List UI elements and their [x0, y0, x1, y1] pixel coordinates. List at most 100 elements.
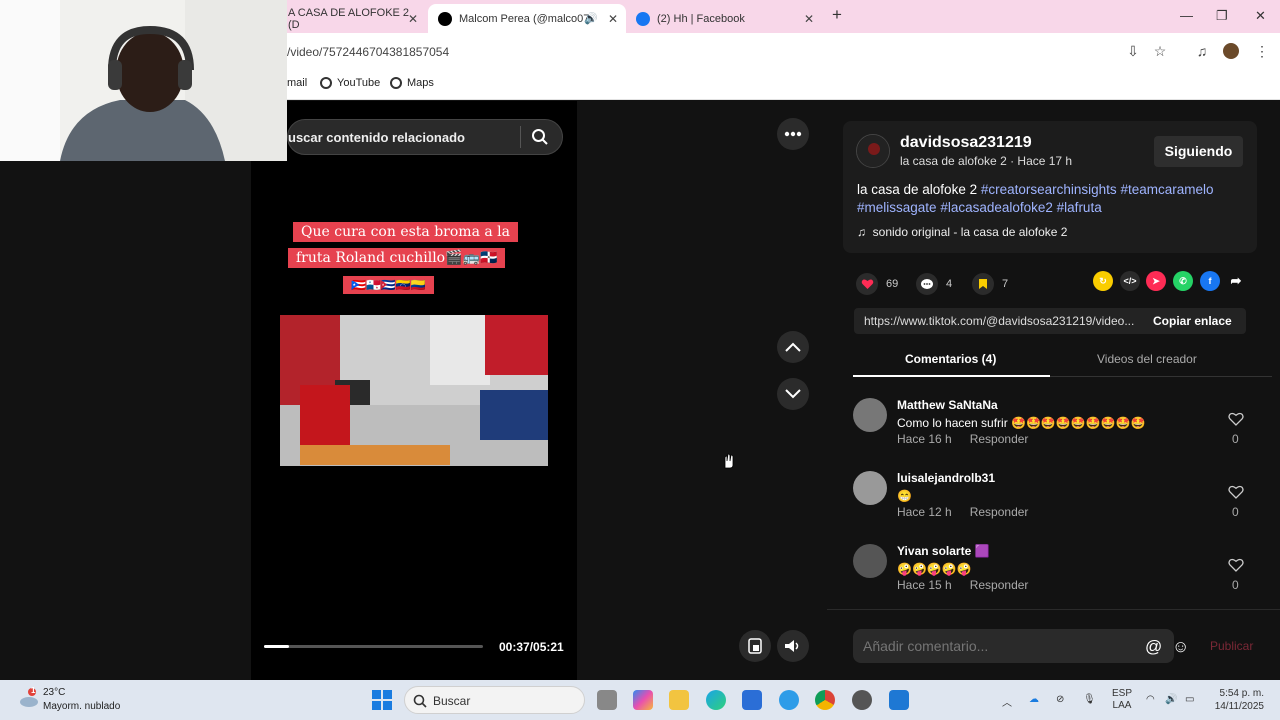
save-stat[interactable]: 7 [972, 273, 1008, 295]
commenter-name[interactable]: Yivan solarte 🟪 [897, 544, 990, 558]
menu-dots-icon[interactable]: ⋮ [1254, 43, 1270, 59]
hashtag-link[interactable]: #lafruta [1057, 200, 1102, 215]
creator-avatar[interactable] [856, 134, 890, 168]
reply-button[interactable]: Responder [970, 578, 1029, 592]
obs-icon[interactable] [852, 690, 872, 710]
search-input[interactable]: uscar contenido relacionado [288, 130, 465, 145]
weather-icon[interactable] [18, 688, 40, 710]
tab-creator-videos[interactable]: Videos del creador [1097, 352, 1197, 366]
close-icon[interactable]: ✕ [408, 12, 418, 26]
more-options-button[interactable] [777, 118, 809, 150]
close-window-button[interactable]: ✕ [1255, 8, 1266, 24]
new-tab-button[interactable]: + [832, 5, 842, 25]
comment-like-button[interactable] [1227, 558, 1245, 577]
store-icon[interactable] [742, 690, 762, 710]
url-text[interactable]: /video/7572446704381857054 [287, 45, 449, 59]
chrome-icon[interactable] [815, 690, 835, 710]
like-count: 69 [886, 278, 899, 290]
speaker-icon[interactable]: 🔊 [584, 12, 598, 25]
video-progress-bar[interactable] [264, 645, 483, 648]
previous-video-button[interactable] [777, 331, 809, 363]
commenter-name[interactable]: luisalejandrolb31 [897, 471, 995, 485]
weather-temp[interactable]: 23°C [43, 687, 65, 698]
wifi-icon[interactable]: ◠ [1146, 694, 1155, 705]
media-control-icon[interactable]: ♫ [1194, 43, 1210, 59]
edge-icon[interactable] [706, 690, 726, 710]
commenter-name[interactable]: Matthew SaNtaNa [897, 398, 998, 412]
volume-button[interactable] [777, 630, 809, 662]
like-stat[interactable]: 69 [856, 273, 898, 295]
mention-icon[interactable]: @ [1145, 637, 1162, 657]
mouse-cursor-icon [724, 453, 734, 469]
reply-button[interactable]: Responder [970, 505, 1029, 519]
send-icon[interactable]: ➤ [1146, 271, 1166, 291]
bookmark-youtube[interactable]: YouTube [320, 77, 380, 89]
reply-button[interactable]: Responder [970, 432, 1029, 446]
search-icon[interactable] [531, 128, 549, 146]
volume-tray-icon[interactable]: 🔊 [1165, 694, 1177, 705]
bookmark-mail[interactable]: mail [287, 77, 307, 89]
comment-icon[interactable] [916, 273, 938, 295]
language-indicator[interactable]: ESP LAA [1112, 688, 1132, 712]
comment-like-button[interactable] [1227, 412, 1245, 431]
publish-button[interactable]: Publicar [1210, 639, 1253, 653]
tab-tiktok[interactable]: Malcom Perea (@malco07 🔊 ✕ [428, 4, 626, 33]
post-description: la casa de alofoke 2 #creatorsearchinsig… [857, 181, 1242, 217]
tab-comments[interactable]: Comentarios (4) [905, 352, 996, 366]
whatsapp-icon[interactable]: ✆ [1173, 271, 1193, 291]
file-explorer-icon[interactable] [669, 690, 689, 710]
onedrive-icon[interactable]: ☁ [1029, 694, 1039, 705]
hashtag-link[interactable]: #teamcaramelo [1120, 182, 1213, 197]
embed-icon[interactable]: </> [1120, 271, 1140, 291]
commenter-avatar[interactable] [853, 398, 887, 432]
comment-stat[interactable]: 4 [916, 273, 952, 295]
comment-input[interactable] [853, 629, 1174, 663]
next-video-button[interactable] [777, 378, 809, 410]
network-off-icon[interactable]: ⊘ [1056, 694, 1064, 705]
heart-outline-icon [1228, 558, 1244, 572]
heart-icon[interactable] [856, 273, 878, 295]
close-icon[interactable]: ✕ [608, 12, 618, 26]
windows-start-button[interactable] [372, 690, 392, 710]
emoji-icon[interactable]: ☺ [1172, 637, 1189, 657]
app-icon[interactable] [779, 690, 799, 710]
star-icon[interactable]: ☆ [1152, 43, 1168, 59]
install-icon[interactable]: ⇩ [1125, 43, 1141, 59]
sound-link[interactable]: ♫ sonido original - la casa de alofoke 2 [857, 225, 1067, 239]
taskbar-search[interactable]: Buscar [404, 686, 585, 714]
related-search-bar[interactable]: uscar contenido relacionado [287, 119, 563, 155]
copilot-icon[interactable] [633, 690, 653, 710]
bookmark-maps[interactable]: Maps [390, 77, 434, 89]
commenter-avatar[interactable] [853, 471, 887, 505]
weather-desc[interactable]: Mayorm. nublado [43, 701, 120, 712]
profile-icon[interactable] [1223, 43, 1239, 59]
share-arrow-icon[interactable]: ➦ [1226, 271, 1246, 291]
floating-player-button[interactable] [739, 630, 771, 662]
show-hidden-icons[interactable]: ︿ [1002, 694, 1012, 709]
hashtag-link[interactable]: #melissagate [857, 200, 937, 215]
task-view-icon[interactable] [597, 690, 617, 710]
creator-username[interactable]: davidsosa231219 [900, 134, 1032, 152]
battery-icon[interactable]: ▭ [1185, 694, 1194, 705]
tab-facebook[interactable]: (2) Hh | Facebook ✕ [626, 4, 822, 33]
restore-button[interactable]: ❐ [1216, 8, 1228, 24]
caption-line-2: fruta Roland cuchillo🎬🚌🇩🇴 [288, 248, 506, 268]
clock[interactable]: 5:54 p. m. 14/11/2025 [1208, 687, 1264, 713]
microphone-icon[interactable]: 🎙 [1083, 694, 1096, 705]
commenter-avatar[interactable] [853, 544, 887, 578]
post-link-text[interactable]: https://www.tiktok.com/@davidsosa231219/… [864, 314, 1142, 328]
copy-link-button[interactable]: Copiar enlace [1153, 314, 1232, 328]
following-button[interactable]: Siguiendo [1154, 136, 1243, 167]
close-icon[interactable]: ✕ [804, 12, 814, 26]
bookmark-icon[interactable] [972, 273, 994, 295]
comment-time: Hace 12 h [897, 505, 952, 519]
tab-alofoke[interactable]: A CASA DE ALOFOKE 2 (D ✕ [278, 4, 426, 33]
hashtag-link[interactable]: #creatorsearchinsights [981, 182, 1117, 197]
comment-like-button[interactable] [1227, 485, 1245, 504]
facebook-share-icon[interactable]: f [1200, 271, 1220, 291]
comment-time: Hace 16 h [897, 432, 952, 446]
hashtag-link[interactable]: #lacasadealofoke2 [940, 200, 1053, 215]
app-icon-2[interactable] [889, 690, 909, 710]
repost-icon[interactable]: ↻ [1093, 271, 1113, 291]
minimize-button[interactable]: — [1180, 8, 1193, 23]
